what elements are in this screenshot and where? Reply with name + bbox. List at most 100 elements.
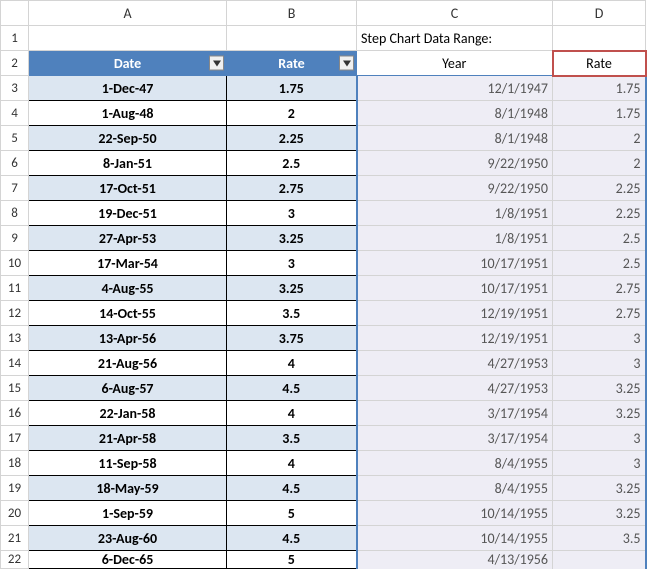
cell[interactable]: 4.5 bbox=[227, 526, 357, 551]
cell[interactable]: 2.5 bbox=[553, 226, 646, 251]
filter-dropdown-icon[interactable] bbox=[339, 56, 354, 71]
cell[interactable]: 4/27/1953 bbox=[357, 376, 553, 401]
cell[interactable]: 3.25 bbox=[227, 226, 357, 251]
cell[interactable]: 19-Dec-51 bbox=[29, 201, 227, 226]
cell[interactable]: 3.5 bbox=[553, 526, 646, 551]
cell[interactable]: 22-Sep-50 bbox=[29, 126, 227, 151]
cell[interactable] bbox=[29, 26, 227, 51]
cell[interactable]: 10/17/1951 bbox=[357, 251, 553, 276]
cell[interactable]: 5 bbox=[227, 501, 357, 526]
row-header[interactable]: 5 bbox=[1, 126, 29, 151]
cell[interactable]: 2.75 bbox=[553, 276, 646, 301]
cell[interactable]: 3.5 bbox=[227, 301, 357, 326]
cell[interactable]: 11-Sep-58 bbox=[29, 451, 227, 476]
cell[interactable]: 4/27/1953 bbox=[357, 351, 553, 376]
cell[interactable]: 9/22/1950 bbox=[357, 151, 553, 176]
cell[interactable]: 2.75 bbox=[227, 176, 357, 201]
cell[interactable]: 2.25 bbox=[227, 126, 357, 151]
row-header[interactable]: 19 bbox=[1, 476, 29, 501]
cell[interactable]: 21-Apr-58 bbox=[29, 426, 227, 451]
row-header[interactable]: 22 bbox=[1, 551, 29, 569]
filter-dropdown-icon[interactable] bbox=[209, 56, 224, 71]
row-header[interactable]: 8 bbox=[1, 201, 29, 226]
cell[interactable]: 10/14/1955 bbox=[357, 526, 553, 551]
row-header[interactable]: 14 bbox=[1, 351, 29, 376]
col-header-c[interactable]: C bbox=[357, 1, 553, 26]
cell[interactable]: 1.75 bbox=[227, 76, 357, 101]
row-header[interactable]: 20 bbox=[1, 501, 29, 526]
cell[interactable]: 4.5 bbox=[227, 376, 357, 401]
cell[interactable]: 21-Aug-56 bbox=[29, 351, 227, 376]
row-header[interactable]: 17 bbox=[1, 426, 29, 451]
step-header-rate[interactable]: Rate bbox=[553, 51, 646, 76]
cell[interactable]: 4 bbox=[227, 401, 357, 426]
cell[interactable]: 2.75 bbox=[553, 301, 646, 326]
cell[interactable]: 3.25 bbox=[553, 401, 646, 426]
cell[interactable]: 8/1/1948 bbox=[357, 101, 553, 126]
row-header-1[interactable]: 1 bbox=[1, 26, 29, 51]
row-header-2[interactable]: 2 bbox=[1, 51, 29, 76]
row-header[interactable]: 13 bbox=[1, 326, 29, 351]
cell[interactable]: 3 bbox=[553, 351, 646, 376]
cell[interactable]: 8/4/1955 bbox=[357, 476, 553, 501]
cell[interactable]: 2.5 bbox=[553, 251, 646, 276]
cell[interactable]: 3 bbox=[553, 326, 646, 351]
row-header[interactable]: 9 bbox=[1, 226, 29, 251]
row-header[interactable]: 6 bbox=[1, 151, 29, 176]
cell[interactable]: 3.25 bbox=[553, 501, 646, 526]
cell[interactable]: 3.25 bbox=[553, 476, 646, 501]
cell[interactable]: 17-Mar-54 bbox=[29, 251, 227, 276]
cell[interactable]: 13-Apr-56 bbox=[29, 326, 227, 351]
row-header[interactable]: 7 bbox=[1, 176, 29, 201]
row-header[interactable]: 21 bbox=[1, 526, 29, 551]
cell[interactable]: 22-Jan-58 bbox=[29, 401, 227, 426]
table-header-date[interactable]: Date bbox=[29, 51, 227, 76]
cell[interactable]: 2 bbox=[553, 126, 646, 151]
cell[interactable]: 23-Aug-60 bbox=[29, 526, 227, 551]
cell[interactable]: 2.5 bbox=[227, 151, 357, 176]
step-header-year[interactable]: Year bbox=[357, 51, 553, 76]
cell[interactable] bbox=[227, 26, 357, 51]
row-header[interactable]: 4 bbox=[1, 101, 29, 126]
cell[interactable]: 3 bbox=[553, 451, 646, 476]
cell[interactable]: 4 bbox=[227, 451, 357, 476]
cell[interactable]: 5 bbox=[227, 551, 357, 569]
cell[interactable]: 3 bbox=[227, 201, 357, 226]
cell[interactable]: 9/22/1950 bbox=[357, 176, 553, 201]
cell[interactable]: 17-Oct-51 bbox=[29, 176, 227, 201]
cell[interactable]: 1.75 bbox=[553, 76, 646, 101]
row-header[interactable]: 15 bbox=[1, 376, 29, 401]
row-header[interactable]: 10 bbox=[1, 251, 29, 276]
cell[interactable]: 3.75 bbox=[227, 326, 357, 351]
table-header-rate[interactable]: Rate bbox=[227, 51, 357, 76]
cell[interactable]: 14-Oct-55 bbox=[29, 301, 227, 326]
cell[interactable]: 4 bbox=[227, 351, 357, 376]
step-chart-title[interactable]: Step Chart Data Range: bbox=[357, 26, 553, 51]
row-header[interactable]: 12 bbox=[1, 301, 29, 326]
cell[interactable]: 1-Dec-47 bbox=[29, 76, 227, 101]
cell[interactable]: 10/14/1955 bbox=[357, 501, 553, 526]
row-header[interactable]: 16 bbox=[1, 401, 29, 426]
cell[interactable]: 12/19/1951 bbox=[357, 326, 553, 351]
cell[interactable]: 12/1/1947 bbox=[357, 76, 553, 101]
col-header-b[interactable]: B bbox=[227, 1, 357, 26]
row-header[interactable]: 3 bbox=[1, 76, 29, 101]
col-header-d[interactable]: D bbox=[553, 1, 646, 26]
col-header-a[interactable]: A bbox=[29, 1, 227, 26]
cell[interactable]: 8-Jan-51 bbox=[29, 151, 227, 176]
cell[interactable]: 3.5 bbox=[227, 426, 357, 451]
cell[interactable]: 3 bbox=[553, 426, 646, 451]
cell[interactable]: 8/1/1948 bbox=[357, 126, 553, 151]
cell[interactable]: 1-Aug-48 bbox=[29, 101, 227, 126]
cell[interactable] bbox=[553, 551, 646, 569]
select-all-corner[interactable] bbox=[1, 1, 29, 26]
cell[interactable]: 3 bbox=[227, 251, 357, 276]
cell[interactable]: 1.75 bbox=[553, 101, 646, 126]
cell[interactable]: 4.5 bbox=[227, 476, 357, 501]
spreadsheet-grid[interactable]: A B C D 1 Step Chart Data Range: 2 Date … bbox=[0, 0, 647, 569]
cell[interactable]: 1-Sep-59 bbox=[29, 501, 227, 526]
cell[interactable]: 4/13/1956 bbox=[357, 551, 553, 569]
cell[interactable]: 3/17/1954 bbox=[357, 426, 553, 451]
cell[interactable]: 2.25 bbox=[553, 201, 646, 226]
cell[interactable]: 1/8/1951 bbox=[357, 201, 553, 226]
